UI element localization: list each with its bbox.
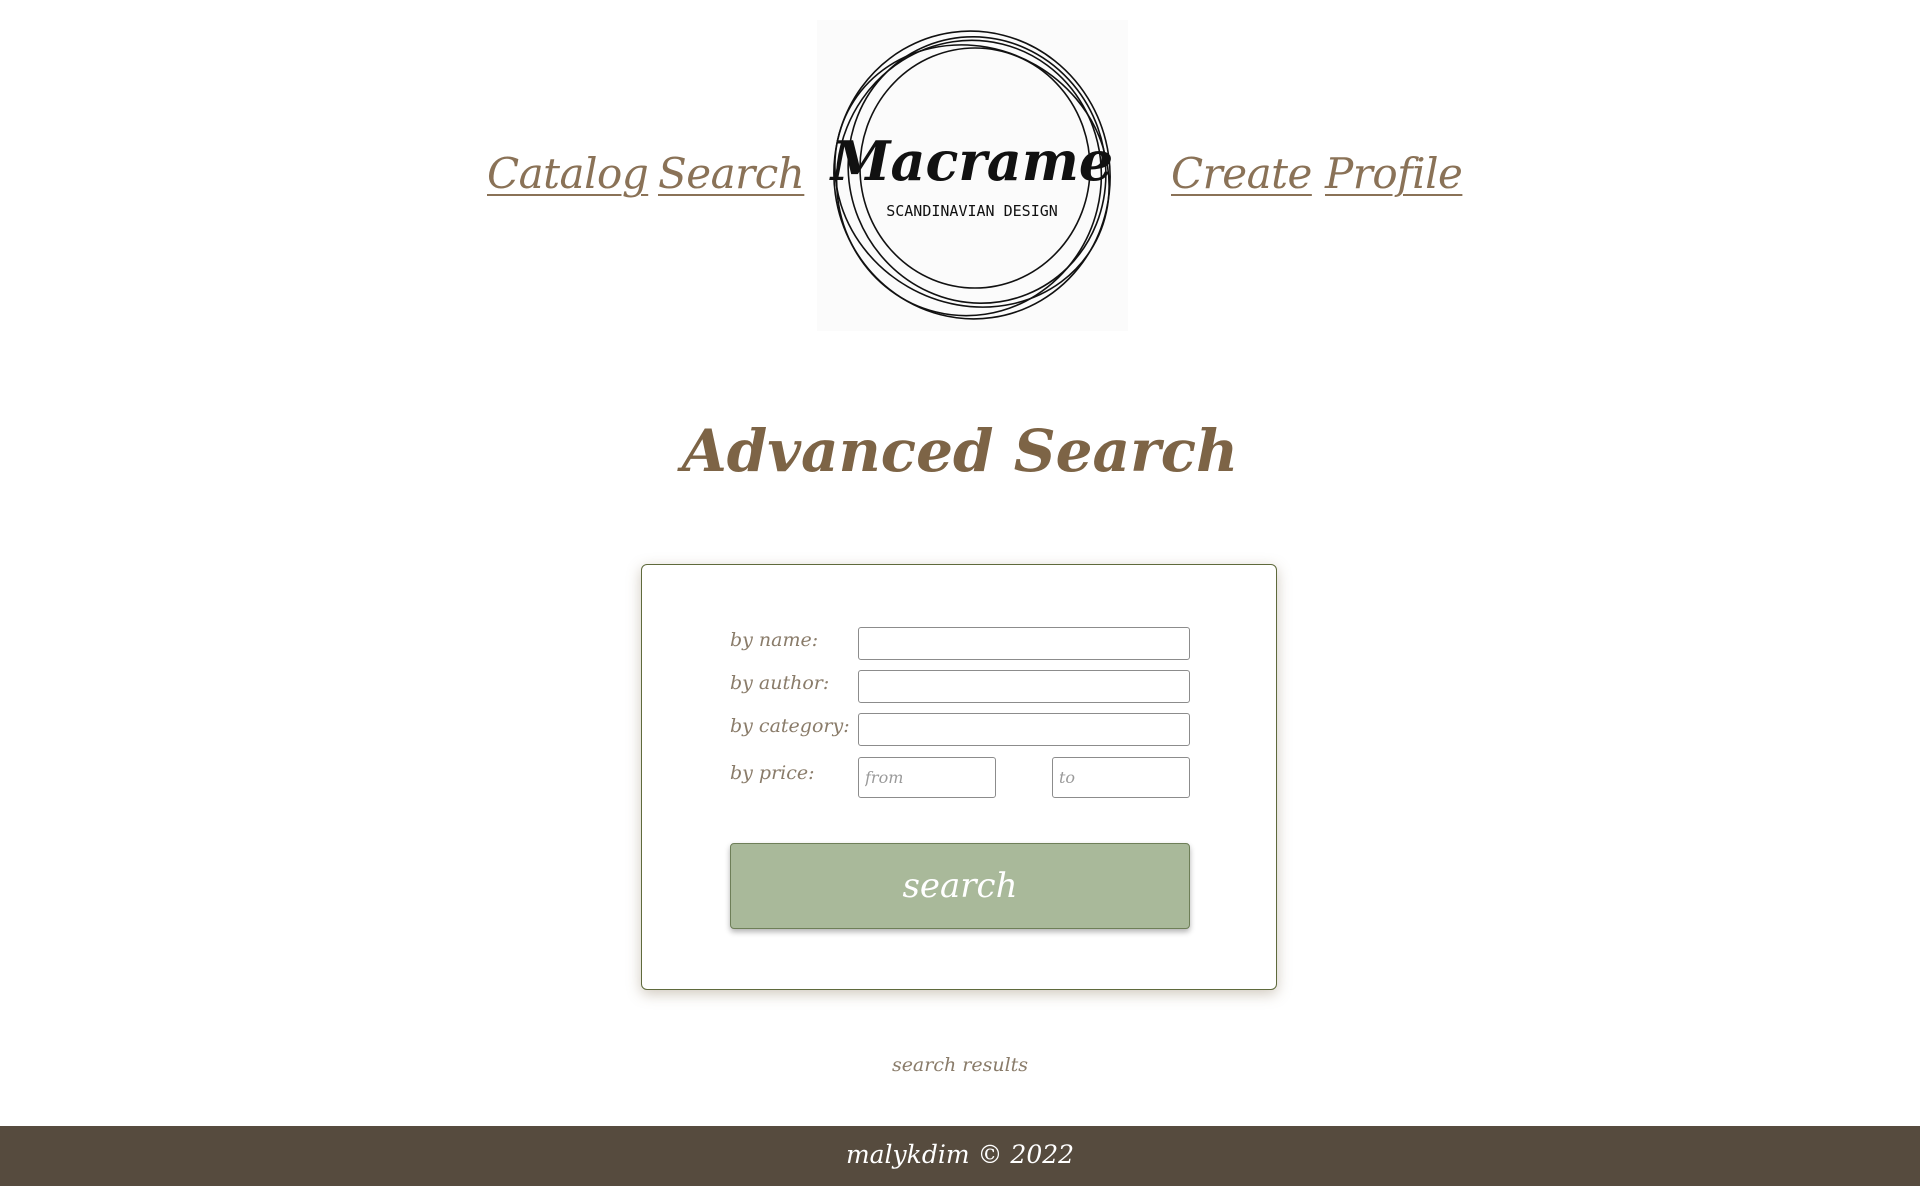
search-button[interactable]: search <box>730 843 1190 929</box>
nav-create-link[interactable]: Create <box>1171 146 1312 202</box>
logo-tagline-text: SCANDINAVIAN DESIGN <box>886 202 1058 220</box>
price-to-input[interactable] <box>1052 757 1190 798</box>
footer: malykdim © 2022 <box>0 1126 1920 1186</box>
name-input[interactable] <box>858 627 1190 660</box>
search-results-label: search results <box>891 1054 1029 1076</box>
page-title: Advanced Search <box>681 417 1239 485</box>
price-from-input[interactable] <box>858 757 996 798</box>
nav-catalog-link[interactable]: Catalog <box>487 146 649 202</box>
page: Catalog Search Macrame SCANDINAVIAN DESI… <box>0 0 1920 1186</box>
category-label: by category: <box>730 715 850 737</box>
category-input[interactable] <box>858 713 1190 746</box>
search-form-card: by name: by author: by category: by pric… <box>641 564 1277 990</box>
nav-profile-link[interactable]: Profile <box>1325 146 1463 202</box>
logo-brand-text: Macrame <box>829 129 1114 193</box>
footer-text: malykdim © 2022 <box>845 1140 1075 1169</box>
price-label: by price: <box>730 762 815 784</box>
nav-search-link[interactable]: Search <box>658 146 805 202</box>
name-label: by name: <box>730 629 819 651</box>
author-label: by author: <box>730 672 830 694</box>
macrame-logo[interactable]: Macrame SCANDINAVIAN DESIGN <box>817 20 1128 331</box>
logo-graphic: Macrame SCANDINAVIAN DESIGN <box>829 30 1114 320</box>
author-input[interactable] <box>858 670 1190 703</box>
